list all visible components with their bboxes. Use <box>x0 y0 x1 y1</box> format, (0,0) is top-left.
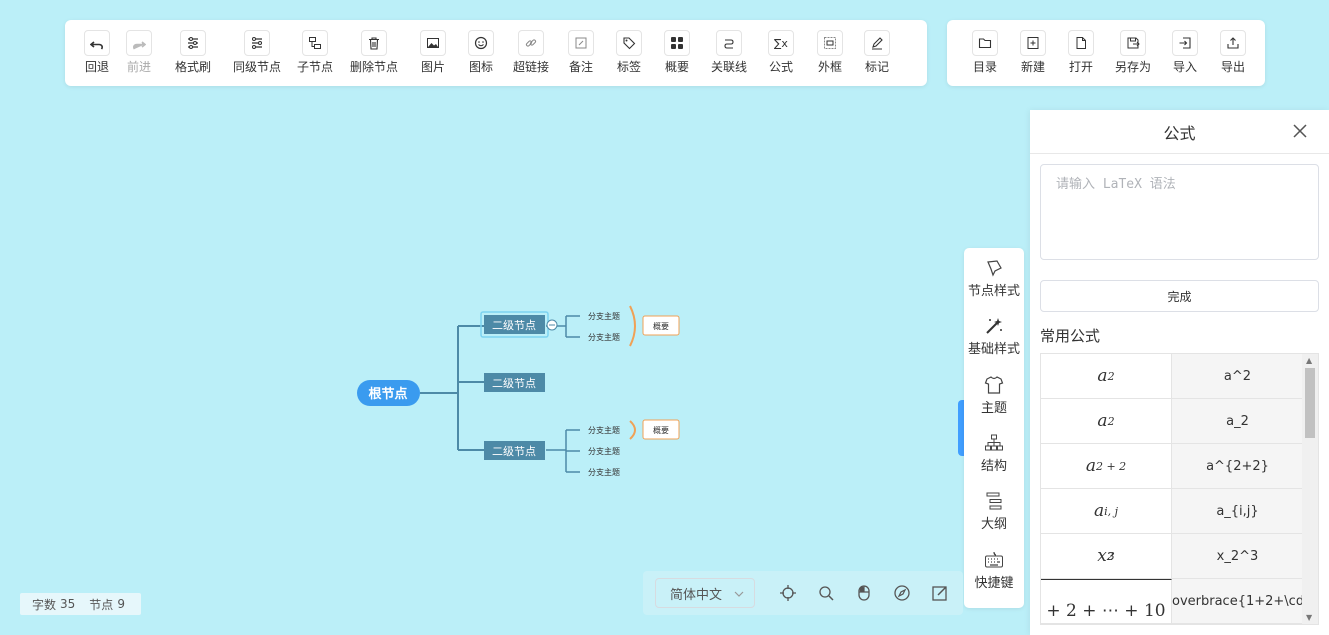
formula-panel: 公式 完成 常用公式 a2a^2a2a_2a2 + 2a^{2+2}ai, ja… <box>1030 110 1329 635</box>
outline-icon <box>986 492 1002 510</box>
second-level-node[interactable]: 二级节点 <box>484 441 545 460</box>
side-tab-outline[interactable]: 大纲 <box>981 491 1007 549</box>
panel-title: 公式 <box>1163 123 1196 143</box>
branch-topic-node[interactable]: 分支主题 <box>588 446 620 456</box>
keyboard-icon <box>984 551 1003 568</box>
formula-preview[interactable]: a2 <box>1041 354 1172 398</box>
structure-icon <box>984 434 1003 451</box>
svg-text:二级节点: 二级节点 <box>492 319 536 332</box>
scroll-down-icon[interactable]: ▼ <box>1306 613 1312 622</box>
formula-code[interactable]: a^2 <box>1172 354 1303 398</box>
locate-icon[interactable] <box>779 584 797 602</box>
word-count: 35 <box>60 597 76 611</box>
side-tab-bar: 节点样式基础样式主题结构大纲快捷键 <box>964 248 1024 608</box>
node-count-label: 节点 <box>89 597 114 612</box>
chevron-down-icon <box>734 591 744 597</box>
svg-text:二级节点: 二级节点 <box>492 377 536 390</box>
summary-brackets <box>629 305 636 440</box>
common-formulas-title: 常用公式 <box>1040 327 1101 345</box>
node-style-icon <box>987 260 1002 277</box>
summary-node[interactable]: 概要 <box>642 419 680 440</box>
scrollbar[interactable]: ▲ ▼ <box>1302 354 1318 624</box>
svg-text:概要: 概要 <box>653 321 669 331</box>
scroll-thumb[interactable] <box>1305 368 1315 438</box>
formula-code[interactable]: \overbrace{1+2+\cdots+10} <box>1172 579 1303 623</box>
formula-code[interactable]: x_2^3 <box>1172 534 1303 578</box>
side-tab-keyboard[interactable]: 快捷键 <box>974 550 1014 608</box>
side-tab-label: 大纲 <box>980 517 1007 533</box>
side-tab-node-style[interactable]: 节点样式 <box>968 258 1020 316</box>
summary-node[interactable]: 概要 <box>642 315 680 336</box>
root-node[interactable]: 根节点 <box>357 380 420 406</box>
close-icon[interactable] <box>1291 122 1309 140</box>
formula-code[interactable]: a_2 <box>1172 399 1303 443</box>
side-tab-label: 主题 <box>980 400 1007 416</box>
svg-text:概要: 概要 <box>653 425 669 435</box>
side-tab-shirt[interactable]: 主题 <box>981 375 1007 433</box>
side-tab-label: 结构 <box>980 458 1007 474</box>
panel-header: 公式 <box>1030 110 1329 154</box>
root-node-label: 根节点 <box>368 386 407 402</box>
formula-preview[interactable]: a2 + 2 <box>1041 444 1172 488</box>
mouse-icon[interactable] <box>855 584 873 602</box>
formula-preview[interactable]: a2 <box>1041 399 1172 443</box>
formula-table: a 2 a^2 a 2 a_2 a 2 + 2 a^{2+2} a i, j a_{i,j} x 2 3 x_… <box>1040 353 1319 625</box>
side-tab-label: 快捷键 <box>974 575 1014 591</box>
formula-row[interactable]: a 2 a_2 <box>1041 399 1318 444</box>
search-icon[interactable] <box>817 584 835 602</box>
edit-icon[interactable] <box>931 584 949 602</box>
branch-topic-node[interactable]: 分支主题 <box>588 467 620 477</box>
formula-preview[interactable]: a i, j <box>1041 489 1172 533</box>
formula-code[interactable]: a_{i,j} <box>1172 489 1303 533</box>
formula-row[interactable]: a 2 a^2 <box>1041 354 1318 399</box>
collapse-button[interactable] <box>546 319 558 331</box>
branch-topic-node[interactable]: 分支主题 <box>588 425 620 435</box>
branch-topic-node[interactable]: 分支主题 <box>588 311 620 321</box>
second-level-node[interactable]: 二级节点 <box>480 311 549 338</box>
magic-wand-icon <box>986 318 1002 335</box>
formula-row[interactable]: a2 + 2 a^{2+2} <box>1041 444 1318 489</box>
stats-bar: 字数 35 节点 9 <box>20 593 141 615</box>
formula-row[interactable]: x 2 3 x_2^3 <box>1041 534 1318 579</box>
language-select-value: 简体中文 <box>670 587 723 603</box>
formula-code[interactable]: a^{2+2} <box>1172 444 1303 488</box>
compass-icon[interactable] <box>893 584 911 602</box>
second-level-node[interactable]: 二级节点 <box>484 373 545 392</box>
formula-row[interactable]: + 2 + ⋯ + 10\overbrace{1+2+\cdots+10} <box>1041 579 1318 624</box>
node-count: 9 <box>117 597 125 611</box>
shirt-icon <box>984 375 1004 394</box>
formula-row[interactable]: a i, j a_{i,j} <box>1041 489 1318 534</box>
latex-input[interactable] <box>1040 164 1319 260</box>
done-button[interactable]: 完成 <box>1040 280 1319 312</box>
side-tab-structure[interactable]: 结构 <box>981 433 1007 491</box>
scroll-up-icon[interactable]: ▲ <box>1306 356 1312 365</box>
branch-topic-node[interactable]: 分支主题 <box>588 332 620 342</box>
side-tab-magic-wand[interactable]: 基础样式 <box>968 316 1020 374</box>
side-tab-label: 节点样式 <box>967 284 1020 299</box>
svg-text:二级节点: 二级节点 <box>492 445 536 458</box>
side-tab-label: 基础样式 <box>967 342 1020 358</box>
language-select[interactable]: 简体中文 <box>655 578 755 608</box>
bottom-navigator-bar: 简体中文 <box>643 571 963 615</box>
formula-preview[interactable]: + 2 + ⋯ + 10 <box>1041 579 1172 623</box>
formula-preview[interactable]: x23 <box>1041 534 1172 578</box>
word-count-label: 字数 <box>32 597 57 612</box>
